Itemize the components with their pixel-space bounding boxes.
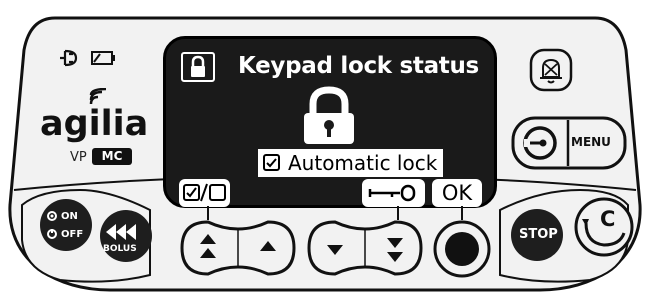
brand-logo: agilia	[40, 104, 149, 144]
increase-button[interactable]	[240, 222, 294, 274]
menu-button[interactable]: MENU	[571, 135, 611, 149]
decrease-button[interactable]	[309, 222, 363, 274]
on-label: ON	[61, 211, 78, 222]
softkey-connectors	[207, 206, 463, 220]
fast-decrease-button[interactable]	[367, 222, 421, 274]
plug-icon	[60, 49, 78, 67]
softkey-toggle-check	[179, 179, 230, 207]
on-off-button[interactable]	[36, 196, 96, 254]
bolus-label: BOLUS	[103, 244, 137, 254]
softkey-key-lock	[362, 179, 425, 207]
screen-lock-icon	[181, 52, 215, 82]
ok-button[interactable]	[431, 218, 493, 280]
automatic-lock-option[interactable]: Automatic lock	[258, 149, 444, 177]
screen-title: Keypad lock status	[238, 53, 479, 79]
select-dot-icon	[445, 232, 479, 266]
off-label: OFF	[61, 229, 84, 240]
pump-front-panel: agilia VP MC Keypad lock status Automati…	[0, 0, 650, 295]
battery-icon	[91, 51, 115, 65]
softkey-ok: OK	[432, 179, 482, 207]
automatic-lock-label: Automatic lock	[288, 151, 438, 175]
stop-label: STOP	[519, 227, 558, 242]
model-badge: MC	[92, 148, 132, 165]
bolus-button[interactable]	[96, 207, 156, 265]
checkbox-checked-icon	[263, 154, 280, 171]
model-prefix: VP	[70, 150, 87, 165]
display-screen: Keypad lock status Automatic lock OK	[163, 36, 497, 208]
alarm-silence-button[interactable]	[528, 47, 574, 93]
fast-increase-button[interactable]	[182, 222, 238, 274]
info-button[interactable]	[513, 118, 568, 166]
padlock-icon	[304, 86, 354, 144]
clear-label: C	[600, 207, 616, 231]
